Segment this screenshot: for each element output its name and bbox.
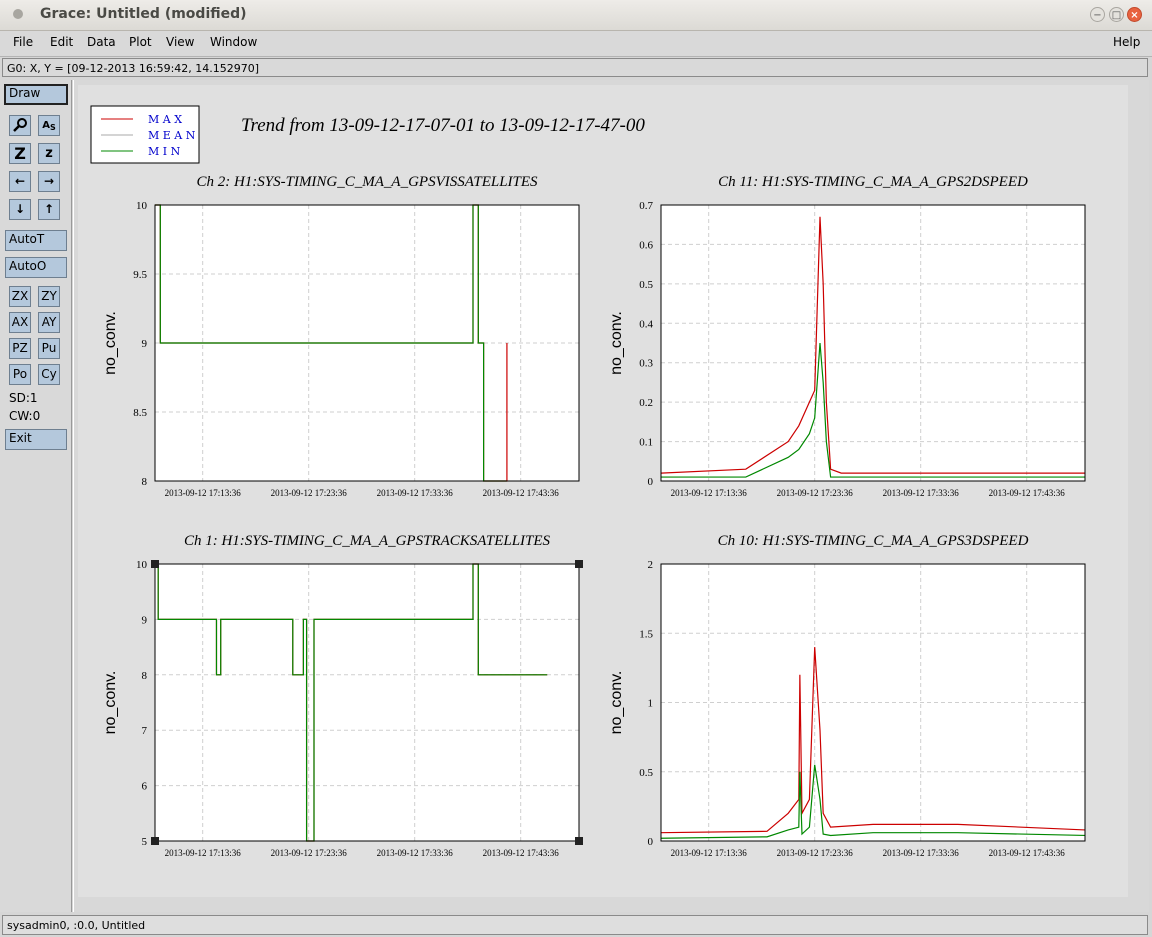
zoom-in-icon[interactable]: Z <box>9 143 31 164</box>
stack-depth-label: SD:1 <box>9 391 38 405</box>
graph-1-ylabel: no_conv. <box>608 311 625 375</box>
graph-3-ytick-label: 2 <box>648 559 654 571</box>
graph-2-xtick-label: 2013-09-12 17:43:36 <box>483 848 560 858</box>
graph-0-ytick-label: 8 <box>142 476 148 488</box>
graph-0-title: Ch 2: H1:SYS-TIMING_C_MA_A_GPSVISSATELLI… <box>196 174 538 190</box>
scroll-right-icon[interactable]: → <box>38 171 60 192</box>
autoscale-x-button[interactable]: AX <box>9 312 31 333</box>
graph-0-xtick-label: 2013-09-12 17:33:36 <box>377 488 454 498</box>
push-button[interactable]: Pu <box>38 338 60 359</box>
graph-3-ylabel: no_conv. <box>608 671 625 735</box>
selection-handle[interactable] <box>575 560 583 568</box>
legend-max-label: M A X <box>148 113 182 126</box>
graph-2-ytick-label: 9 <box>142 614 148 626</box>
window-titlebar: Grace: Untitled (modified) − □ × <box>0 0 1152 31</box>
menu-edit[interactable]: Edit <box>50 35 73 49</box>
graph-1-ytick-label: 0.2 <box>639 397 653 409</box>
graph-1-ytick-label: 0.1 <box>639 437 653 449</box>
graph-2-title: Ch 1: H1:SYS-TIMING_C_MA_A_GPSTRACKSATEL… <box>184 533 551 549</box>
menu-plot[interactable]: Plot <box>129 35 152 49</box>
graph-1-ytick-label: 0.4 <box>639 318 653 330</box>
locator-readout: G0: X, Y = [09-12-2013 16:59:42, 14.1529… <box>2 58 1148 77</box>
scroll-down-icon[interactable]: ↓ <box>9 199 31 220</box>
menu-data[interactable]: Data <box>87 35 116 49</box>
graph-2-ytick-label: 6 <box>142 781 148 793</box>
zoom-y-button[interactable]: ZY <box>38 286 60 307</box>
autoscale-y-button[interactable]: AY <box>38 312 60 333</box>
graph-0-ytick-label: 8.5 <box>133 407 147 419</box>
graph-2-ytick-label: 10 <box>136 559 148 571</box>
plot-title: Trend from 13-09-12-17-07-01 to 13-09-12… <box>241 115 645 136</box>
draw-button[interactable]: Draw <box>4 84 68 105</box>
window-title: Grace: Untitled (modified) <box>40 6 247 22</box>
graph-2-area[interactable] <box>155 564 579 841</box>
cycle-button[interactable]: Cy <box>38 364 60 385</box>
graph-2-ytick-label: 5 <box>142 836 148 848</box>
exit-button[interactable]: Exit <box>5 429 67 450</box>
graph-2-xtick-label: 2013-09-12 17:13:36 <box>165 848 242 858</box>
menu-file[interactable]: File <box>13 35 33 49</box>
minimize-icon[interactable]: − <box>1090 7 1105 22</box>
selection-handle[interactable] <box>151 837 159 845</box>
selection-handle[interactable] <box>575 837 583 845</box>
pop-button[interactable]: Po <box>9 364 31 385</box>
graph-3-xtick-label: 2013-09-12 17:33:36 <box>883 848 960 858</box>
graph-3-xtick-label: 2013-09-12 17:13:36 <box>671 848 748 858</box>
graph-3-ytick-label: 1 <box>648 698 654 710</box>
graph-1-ytick-label: 0 <box>648 476 654 488</box>
window-menu-icon[interactable] <box>13 9 23 19</box>
graph-0-ytick-label: 10 <box>136 200 148 212</box>
menubar: File Edit Data Plot View Window Help <box>0 31 1152 57</box>
legend-min-label: M I N <box>148 145 181 158</box>
scroll-up-icon[interactable]: ↑ <box>38 199 60 220</box>
graph-1-ytick-label: 0.3 <box>639 358 653 370</box>
status-bar: sysadmin0, :0.0, Untitled <box>2 915 1148 935</box>
graph-1-area[interactable] <box>661 205 1085 481</box>
maximize-icon[interactable]: □ <box>1109 7 1124 22</box>
autoscale-on-button[interactable]: AutoO <box>5 257 67 278</box>
close-icon[interactable]: × <box>1127 7 1142 22</box>
graph-1-xtick-label: 2013-09-12 17:43:36 <box>989 488 1066 498</box>
graph-2-xtick-label: 2013-09-12 17:23:36 <box>271 848 348 858</box>
graph-0-ytick-label: 9 <box>142 338 148 350</box>
legend-mean-label: M E A N <box>148 129 196 142</box>
graph-1-xtick-label: 2013-09-12 17:13:36 <box>671 488 748 498</box>
graph-0-ytick-label: 9.5 <box>133 269 147 281</box>
autoscale-icon[interactable]: AS <box>38 115 60 136</box>
graph-3-xtick-label: 2013-09-12 17:23:36 <box>777 848 854 858</box>
graph-3-title: Ch 10: H1:SYS-TIMING_C_MA_A_GPS3DSPEED <box>718 533 1029 549</box>
graph-1-title: Ch 11: H1:SYS-TIMING_C_MA_A_GPS2DSPEED <box>718 174 1028 190</box>
graph-1-ytick-label: 0.6 <box>639 239 653 251</box>
graph-2-ytick-label: 7 <box>142 725 148 737</box>
graph-3-ytick-label: 0 <box>648 836 654 848</box>
graph-0-xtick-label: 2013-09-12 17:23:36 <box>271 488 348 498</box>
graph-1-ytick-label: 0.5 <box>639 279 653 291</box>
plot-page[interactable]: M A X M E A N M I N Trend from 13-09-12-… <box>78 85 1128 897</box>
graph-3-xtick-label: 2013-09-12 17:43:36 <box>989 848 1066 858</box>
tool-panel: Draw AS Z z ← → ↓ ↑ AutoT AutoO ZX ZY AX… <box>0 80 72 912</box>
graph-0-xtick-label: 2013-09-12 17:13:36 <box>165 488 242 498</box>
zoom-out-icon[interactable]: z <box>38 143 60 164</box>
zoom-tool-icon[interactable] <box>9 115 31 136</box>
graph-1-xtick-label: 2013-09-12 17:33:36 <box>883 488 960 498</box>
graph-2-ytick-label: 8 <box>142 670 148 682</box>
plot-canvas[interactable]: M A X M E A N M I N Trend from 13-09-12-… <box>78 85 1128 897</box>
scroll-left-icon[interactable]: ← <box>9 171 31 192</box>
graph-3-ytick-label: 0.5 <box>639 767 653 779</box>
selection-handle[interactable] <box>151 560 159 568</box>
graph-0-xtick-label: 2013-09-12 17:43:36 <box>483 488 560 498</box>
graph-1-ytick-label: 0.7 <box>639 200 653 212</box>
menu-help[interactable]: Help <box>1113 35 1140 49</box>
graph-3-ytick-label: 1.5 <box>639 628 653 640</box>
current-world-label: CW:0 <box>9 409 41 423</box>
push-zoom-button[interactable]: PZ <box>9 338 31 359</box>
graph-1-xtick-label: 2013-09-12 17:23:36 <box>777 488 854 498</box>
menu-view[interactable]: View <box>166 35 194 49</box>
graph-0-ylabel: no_conv. <box>102 311 119 375</box>
autoticks-button[interactable]: AutoT <box>5 230 67 251</box>
zoom-x-button[interactable]: ZX <box>9 286 31 307</box>
graph-2-xtick-label: 2013-09-12 17:33:36 <box>377 848 454 858</box>
menu-window[interactable]: Window <box>210 35 257 49</box>
graph-2-ylabel: no_conv. <box>102 671 119 735</box>
